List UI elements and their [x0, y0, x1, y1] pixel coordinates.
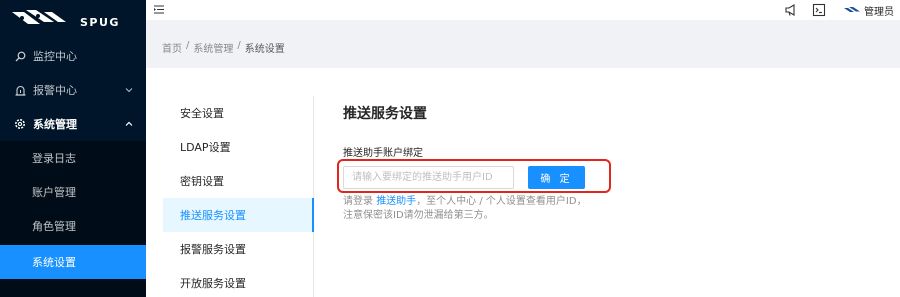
breadcrumb-home[interactable]: 首页 [162, 40, 182, 55]
gear-icon [14, 118, 26, 130]
settings-nav-push[interactable]: 推送服务设置 [163, 198, 314, 232]
breadcrumb-current: 系统设置 [244, 44, 285, 55]
user-name[interactable]: 管理员 [864, 3, 894, 18]
settings-nav-open-service[interactable]: 开放服务设置 [163, 266, 314, 297]
breadcrumb-separator: / [237, 40, 241, 51]
breadcrumb-system[interactable]: 系统管理 [193, 40, 233, 55]
confirm-button[interactable]: 确 定 [528, 166, 585, 189]
sidebar-item-label: 监控中心 [33, 50, 77, 63]
push-assistant-link[interactable]: 推送助手 [376, 196, 416, 207]
sidebar-item-label: 系统管理 [33, 118, 77, 131]
alarm-icon [14, 84, 26, 96]
panel-title: 推送服务设置 [343, 106, 427, 122]
push-user-id-input[interactable] [343, 166, 514, 189]
field-label: 推送助手账户绑定 [343, 148, 423, 159]
spug-logo-icon [12, 10, 66, 24]
help-prefix: 请登录 [343, 196, 373, 207]
chevron-down-icon [125, 88, 133, 93]
help-text: 请登录 推送助手，至个人中心 / 个人设置查看用户ID，注意保密该ID请勿泄漏给… [343, 195, 593, 223]
brand-name: SPUG [80, 15, 120, 29]
sidebar-item-system[interactable]: 系统管理 [0, 107, 146, 141]
breadcrumb: 首页 / 系统管理 / 系统设置 [162, 40, 285, 55]
sidebar-subitem-accounts[interactable]: 账户管理 [0, 175, 146, 209]
sidebar-subitem-login-log[interactable]: 登录日志 [0, 141, 146, 175]
chevron-up-icon [125, 121, 133, 126]
avatar-icon[interactable] [843, 3, 861, 17]
settings-nav-keys[interactable]: 密钥设置 [163, 164, 314, 198]
sidebar-subitem-system-settings[interactable]: 系统设置 [0, 245, 146, 279]
menu-fold-icon[interactable] [154, 5, 164, 14]
breadcrumb-separator: / [186, 40, 190, 51]
settings-nav: 安全设置 LDAP设置 密钥设置 推送服务设置 报警服务设置 开放服务设置 [163, 96, 314, 297]
search-icon [14, 50, 26, 62]
settings-nav-alarm[interactable]: 报警服务设置 [163, 232, 314, 266]
sidebar: SPUG 监控中心 报警中心 系统管理 登录日志 账户管理 角色管理 系统设置 [0, 0, 146, 297]
sidebar-subitem-roles[interactable]: 角色管理 [0, 209, 146, 243]
sidebar-item-monitor[interactable]: 监控中心 [0, 39, 146, 73]
notification-icon[interactable] [784, 3, 798, 17]
settings-nav-ldap[interactable]: LDAP设置 [163, 130, 314, 164]
terminal-icon[interactable] [812, 3, 826, 17]
header: 管理员 [146, 0, 900, 20]
logo[interactable]: SPUG [0, 0, 146, 38]
settings-nav-security[interactable]: 安全设置 [163, 96, 314, 130]
sidebar-item-alarm[interactable]: 报警中心 [0, 73, 146, 107]
sidebar-item-label: 报警中心 [33, 84, 77, 97]
